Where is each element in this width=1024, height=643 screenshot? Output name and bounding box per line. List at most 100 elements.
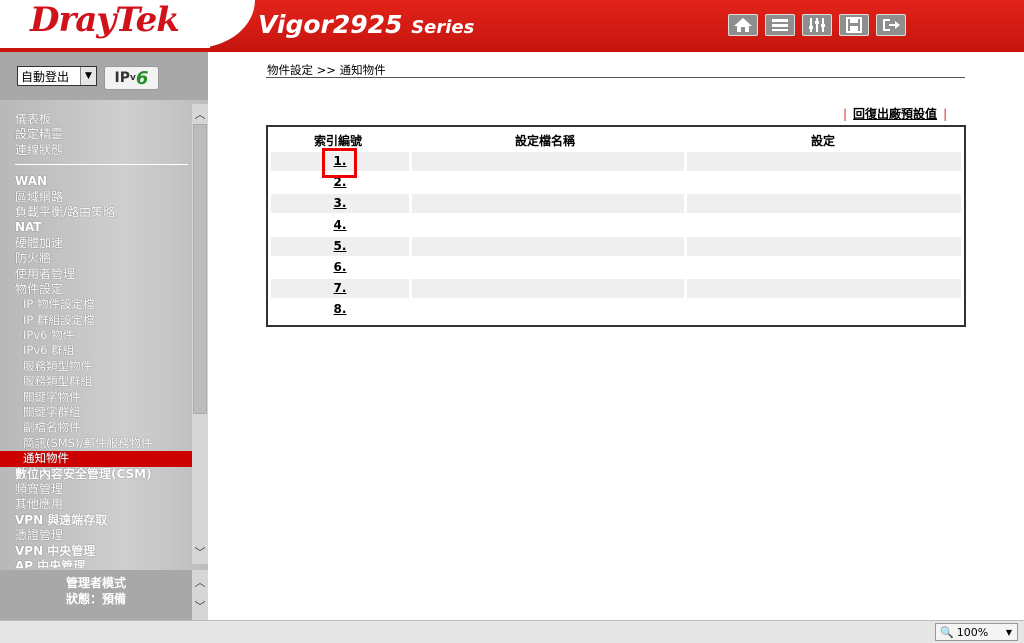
sidebar-item[interactable]: WAN — [0, 174, 192, 189]
sidebar-item[interactable]: AP 中央管理 — [0, 559, 192, 568]
index-link[interactable]: 3. — [271, 196, 409, 210]
profile-name-cell — [412, 300, 684, 319]
browser-statusbar: 🔍 100% ▼ — [0, 620, 1024, 643]
zoom-level: 100% — [956, 625, 989, 639]
sidebar-item[interactable]: 憑證管理 — [0, 528, 192, 543]
sidebar-item[interactable]: 區域網路 — [0, 190, 192, 205]
index-link[interactable]: 5. — [271, 239, 409, 253]
sidebar-item[interactable]: VPN 中央管理 — [0, 544, 192, 559]
table-row: 7. — [271, 279, 963, 299]
column-header-profile-name: 設定檔名稱 — [515, 134, 576, 148]
profile-name-cell — [412, 194, 684, 214]
zoom-control[interactable]: 🔍 100% ▼ — [935, 623, 1018, 641]
ipv6-label: IP — [114, 70, 131, 86]
table-row: 3. — [271, 194, 963, 214]
sidebar-item[interactable]: 關鍵字物件 — [0, 390, 192, 405]
sidebar-item[interactable]: 儀表板 — [0, 112, 192, 127]
status-scrollbar[interactable]: ︿ ﹀ — [192, 570, 208, 620]
settings-cell — [687, 236, 961, 256]
sidebar-item[interactable]: 物件設定 — [0, 282, 192, 297]
sidebar-item[interactable]: 簡訊(SMS)/郵件服務物件 — [0, 436, 192, 451]
zoom-icon: 🔍 — [940, 625, 954, 639]
product-name: Vigor2925 — [258, 10, 403, 39]
sidebar-item[interactable]: 副檔名物件 — [0, 420, 192, 435]
chevron-up-icon[interactable]: ︿ — [192, 106, 208, 122]
table-row: 5. — [271, 236, 963, 256]
header-toolbar — [728, 14, 906, 36]
settings-cell — [687, 258, 961, 277]
auto-logout-select[interactable]: 自動登出 ▼ — [17, 66, 97, 86]
sidebar-menu: 儀表板 設定精靈 連線狀態 WAN 區域網路 負載平衡/路由策略 NAT 硬體加速 防火牆 使用者… — [0, 112, 192, 568]
draytek-logo: DrayTek — [30, 0, 180, 40]
settings-cell — [687, 152, 961, 171]
sidebar-item[interactable]: 數位內容安全管理(CSM) — [0, 467, 192, 482]
product-title: Vigor2925 Series — [258, 10, 474, 39]
sidebar-item[interactable]: IPv6 群組 — [0, 343, 192, 358]
sidebar-item[interactable]: 連線狀態 — [0, 143, 192, 158]
sidebar-item[interactable]: 關鍵字群組 — [0, 405, 192, 420]
sidebar-item[interactable]: 服務類型群組 — [0, 374, 192, 389]
index-link[interactable]: 4. — [271, 218, 409, 232]
settings-cell — [687, 300, 961, 319]
profile-name-cell — [412, 279, 684, 299]
sidebar-divider — [15, 164, 188, 166]
sidebar-scrollbar[interactable]: ︿ ﹀ — [192, 104, 208, 564]
breadcrumb: 物件設定 >> 通知物件 — [267, 63, 386, 77]
table-row: 4. — [271, 216, 963, 235]
sidebar-item[interactable]: NAT — [0, 220, 192, 235]
profile-name-cell — [412, 152, 684, 171]
sidebar-item[interactable]: 頻寬管理 — [0, 482, 192, 497]
table-row: 1. — [271, 152, 963, 171]
scrollbar-thumb[interactable] — [193, 124, 207, 414]
auto-logout-value: 自動登出 — [21, 69, 70, 84]
profile-name-cell — [412, 216, 684, 235]
logout-icon[interactable] — [876, 14, 906, 36]
sidebar-item[interactable]: 使用者管理 — [0, 267, 192, 282]
sidebar: 自動登出 ▼ IP v 6 儀表板 設定精靈 連線狀態 WAN 區域網路 負載平衡/路由策略 N… — [0, 52, 208, 620]
index-link[interactable]: 7. — [271, 281, 409, 295]
status-label: 狀態：預備 — [65, 592, 126, 606]
save-icon[interactable] — [839, 14, 869, 36]
settings-cell — [687, 216, 961, 235]
sidebar-item[interactable]: 防火牆 — [0, 251, 192, 266]
highlight-box — [322, 148, 357, 178]
sidebar-item[interactable]: 其他應用 — [0, 497, 192, 512]
restore-defaults-link[interactable]: 回復出廠預設值 — [853, 107, 937, 121]
settings-cell — [687, 279, 961, 299]
restore-defaults: | 回復出廠預設值 | — [843, 107, 948, 121]
chevron-down-icon[interactable]: ▼ — [80, 67, 96, 85]
sidebar-item[interactable]: IP 群組設定檔 — [0, 313, 192, 328]
settings-cell — [687, 194, 961, 214]
chevron-down-icon[interactable]: ﹀ — [192, 544, 208, 560]
sidebar-top: 自動登出 ▼ IP v 6 — [0, 52, 208, 100]
column-header-settings: 設定 — [811, 134, 836, 148]
chevron-down-icon[interactable]: ﹀ — [192, 598, 208, 614]
sidebar-item[interactable]: 設定精靈 — [0, 127, 192, 142]
ipv6-button[interactable]: IP v 6 — [104, 66, 159, 90]
sidebar-item[interactable]: VPN 與遠端存取 — [0, 513, 192, 528]
breadcrumb-divider — [266, 77, 965, 78]
column-header-index: 索引編號 — [314, 134, 363, 148]
index-link[interactable]: 6. — [271, 260, 409, 274]
sidebar-item[interactable]: 通知物件 — [0, 451, 192, 467]
ipv6-six: 6 — [135, 67, 149, 89]
header: DrayTek Vigor2925 Series — [0, 0, 1024, 52]
home-icon[interactable] — [728, 14, 758, 36]
chevron-up-icon[interactable]: ︿ — [192, 574, 208, 590]
profile-name-cell — [412, 258, 684, 277]
index-link[interactable]: 8. — [271, 302, 409, 316]
sidebar-item[interactable]: 服務類型物件 — [0, 359, 192, 374]
status-panel: 管理者模式 狀態：預備 — [0, 570, 192, 620]
admin-mode-label: 管理者模式 — [65, 576, 126, 590]
sidebar-item[interactable]: 硬體加速 — [0, 236, 192, 251]
sidebar-item[interactable]: IPv6 物件 — [0, 328, 192, 343]
profile-name-cell — [412, 173, 684, 192]
quick-start-icon[interactable] — [765, 14, 795, 36]
product-series: Series — [411, 17, 475, 38]
table-row: 6. — [271, 258, 963, 277]
settings-sliders-icon[interactable] — [802, 14, 832, 36]
table-row: 2. — [271, 173, 963, 192]
sidebar-item[interactable]: 負載平衡/路由策略 — [0, 205, 192, 220]
chevron-down-icon[interactable]: ▼ — [1006, 628, 1017, 637]
sidebar-item[interactable]: IP 物件設定檔 — [0, 297, 192, 312]
